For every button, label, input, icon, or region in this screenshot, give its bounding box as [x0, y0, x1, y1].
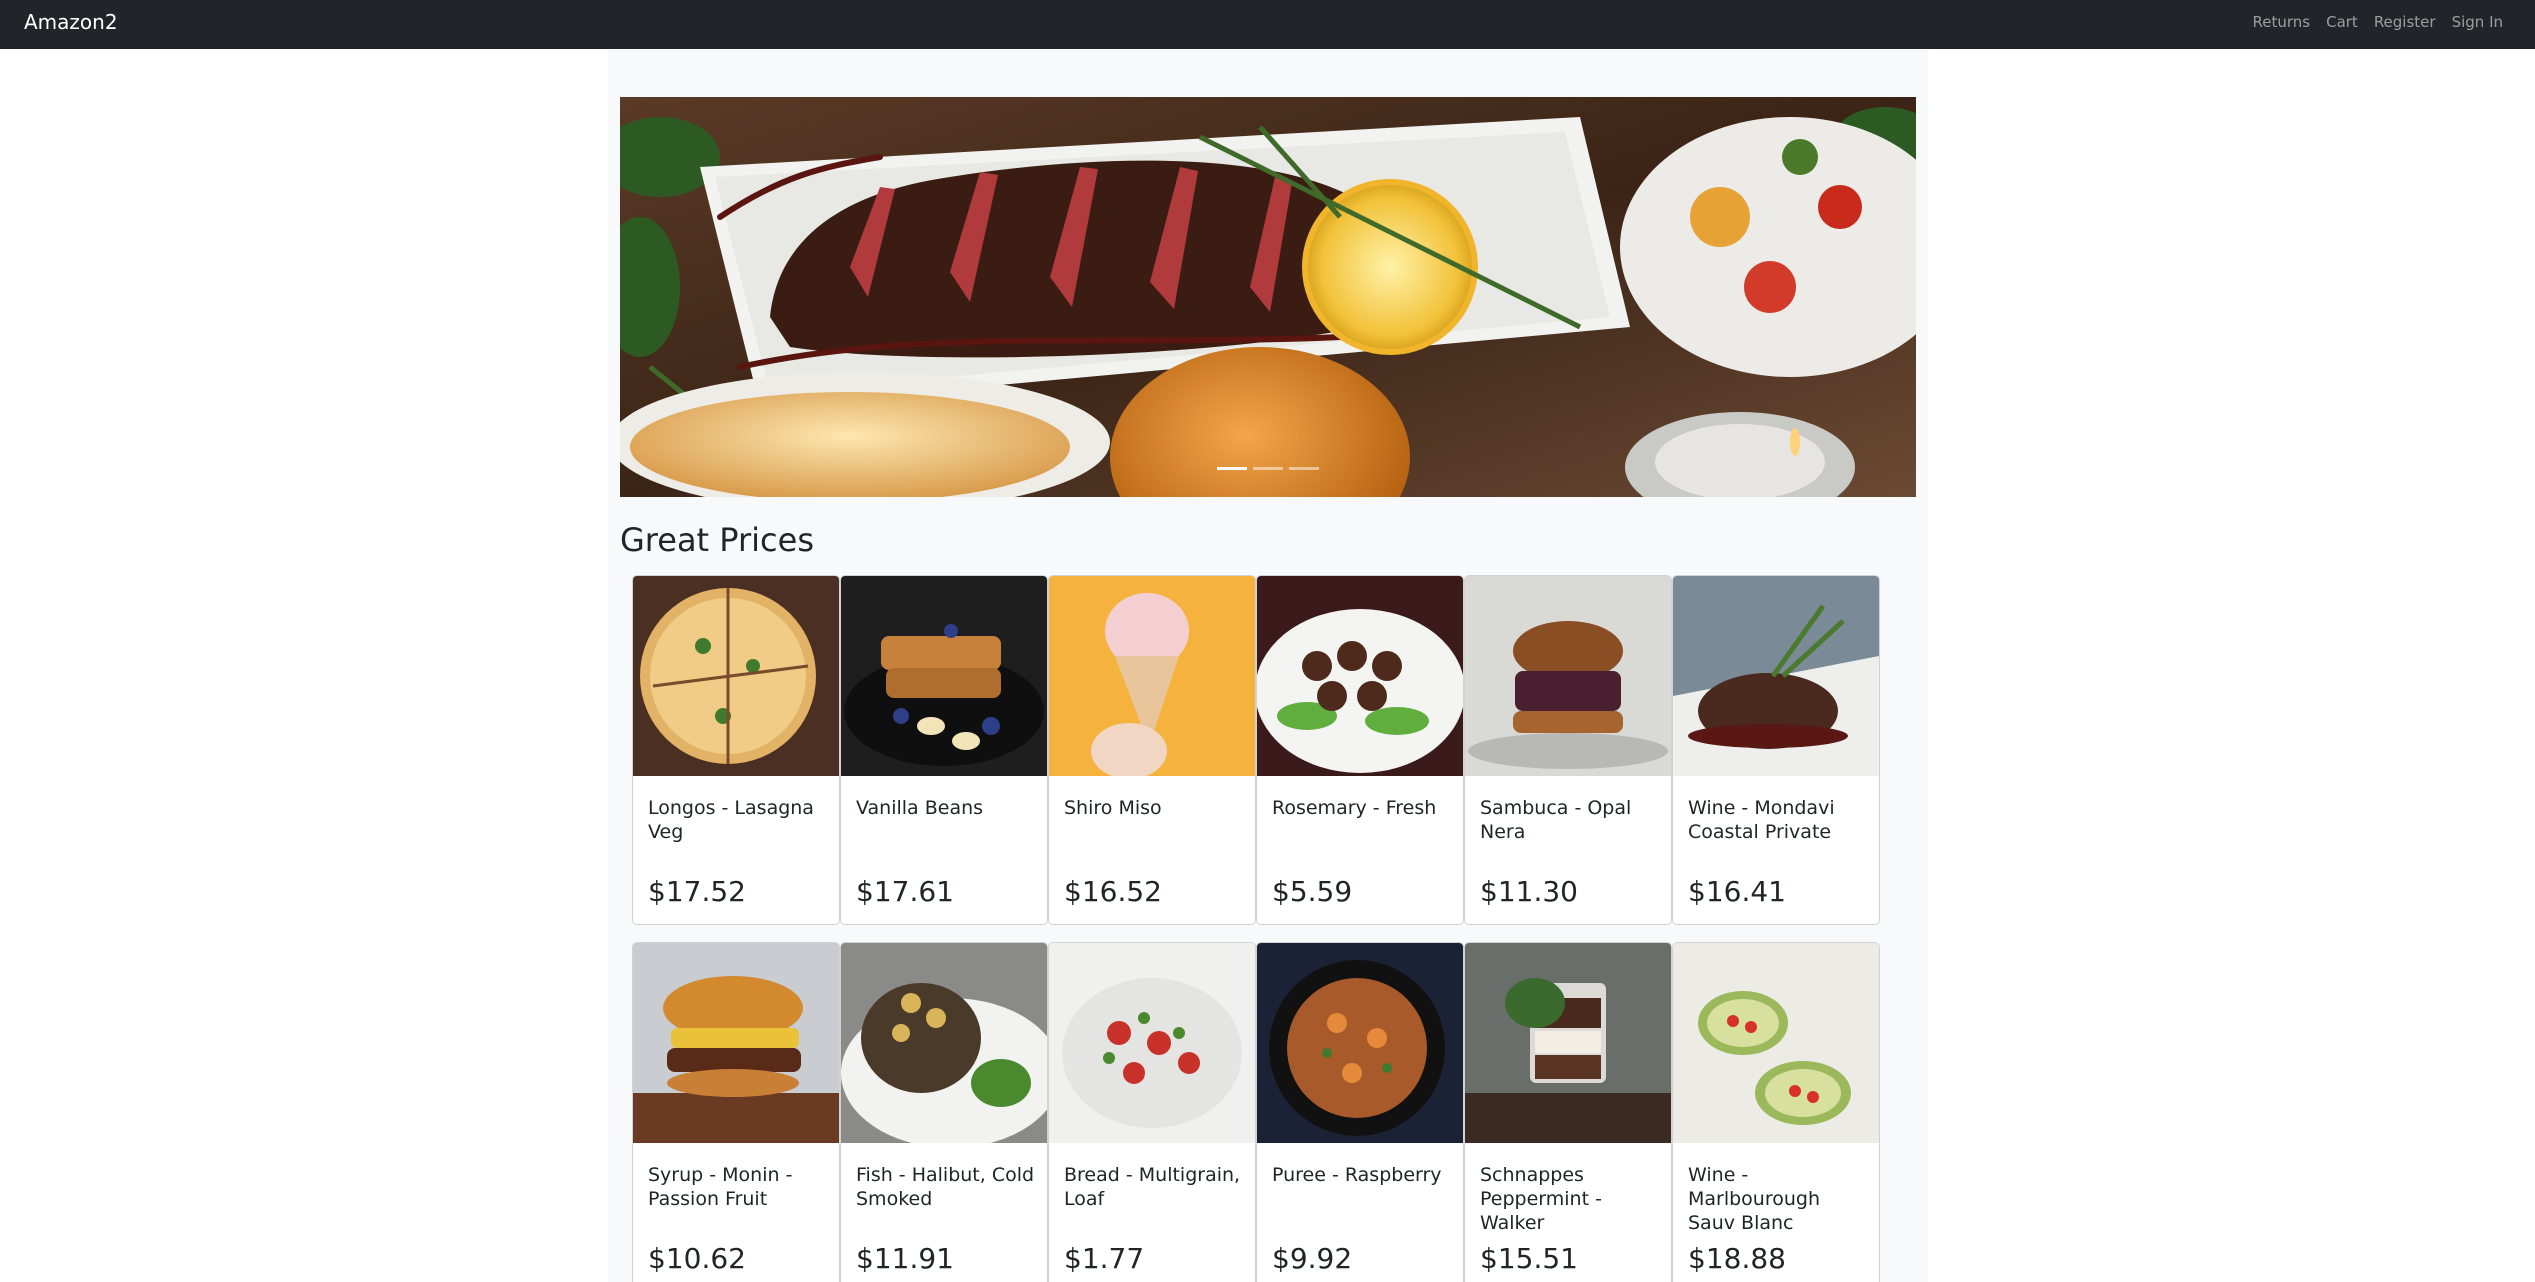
product-name: Vanilla Beans [856, 797, 984, 819]
product-name: Longos - Lasagna Veg [648, 797, 814, 843]
product-image [633, 576, 839, 776]
product-name: Bread - Multigrain, Loaf [1064, 1164, 1241, 1210]
nav-link-cart[interactable]: Cart [2326, 11, 2358, 33]
product-price: $16.41 [1688, 875, 1786, 908]
product-price: $1.77 [1064, 1242, 1145, 1275]
product-name: Shiro Miso [1064, 797, 1162, 819]
product-price: $15.51 [1480, 1242, 1578, 1275]
product-image [633, 943, 839, 1143]
product-card[interactable]: Fish - Halibut, Cold Smoked $11.91 [840, 942, 1048, 1282]
product-card[interactable]: Vanilla Beans $17.61 [840, 575, 1048, 925]
product-card[interactable]: Puree - Raspberry $9.92 [1256, 942, 1464, 1282]
product-name: Sambuca - Opal Nera [1480, 797, 1632, 843]
product-image [1257, 576, 1463, 776]
product-price: $17.61 [856, 875, 954, 908]
product-image [841, 943, 1047, 1143]
product-card[interactable]: Wine - Mondavi Coastal Private $16.41 [1672, 575, 1880, 925]
nav-link-sign-in[interactable]: Sign In [2452, 11, 2503, 33]
product-grid: Longos - Lasagna Veg $17.52 Vanilla Bean… [632, 575, 1880, 1282]
product-image [1049, 576, 1255, 776]
product-name: Puree - Raspberry [1272, 1164, 1442, 1186]
product-price: $11.30 [1480, 875, 1578, 908]
product-price: $9.92 [1272, 1242, 1353, 1275]
product-image [1465, 576, 1671, 776]
product-card[interactable]: Schnappes Peppermint - Walker $15.51 [1464, 942, 1672, 1282]
product-card[interactable]: Rosemary - Fresh $5.59 [1256, 575, 1464, 925]
nav-links: Returns Cart Register Sign In [2237, 11, 2504, 33]
product-price: $11.91 [856, 1242, 954, 1275]
product-price: $5.59 [1272, 875, 1353, 908]
main-container: Great Prices Longos - Lasagna Veg $17.52 [608, 49, 1928, 1282]
product-image [1049, 943, 1255, 1143]
product-image [1673, 943, 1879, 1143]
product-card[interactable]: Sambuca - Opal Nera $11.30 [1464, 575, 1672, 925]
product-name: Fish - Halibut, Cold Smoked [856, 1164, 1035, 1210]
product-name: Wine - Mondavi Coastal Private [1688, 797, 1835, 843]
product-price: $17.52 [648, 875, 746, 908]
product-card[interactable]: Wine - Marlbourough Sauv Blanc $18.88 [1672, 942, 1880, 1282]
brand-link[interactable]: Amazon2 [24, 10, 118, 34]
product-card[interactable]: Longos - Lasagna Veg $17.52 [632, 575, 840, 925]
nav-link-returns[interactable]: Returns [2253, 11, 2311, 33]
product-name: Wine - Marlbourough Sauv Blanc [1688, 1164, 1821, 1234]
carousel-indicator[interactable] [1253, 467, 1283, 470]
product-price: $16.52 [1064, 875, 1162, 908]
product-image [1257, 943, 1463, 1143]
product-image [841, 576, 1047, 776]
section-title: Great Prices [620, 521, 814, 559]
product-image [1673, 576, 1879, 776]
product-card[interactable]: Syrup - Monin - Passion Fruit $10.62 [632, 942, 840, 1282]
carousel-slide-image [620, 97, 1916, 497]
carousel-indicators [620, 467, 1916, 470]
product-name: Schnappes Peppermint - Walker [1480, 1164, 1602, 1234]
top-navbar: Amazon2 Returns Cart Register Sign In [0, 0, 2535, 49]
product-name: Rosemary - Fresh [1272, 797, 1437, 819]
product-card[interactable]: Bread - Multigrain, Loaf $1.77 [1048, 942, 1256, 1282]
product-image [1465, 943, 1671, 1143]
product-price: $10.62 [648, 1242, 746, 1275]
carousel-indicator[interactable] [1289, 467, 1319, 470]
hero-carousel[interactable] [620, 97, 1916, 497]
product-name: Syrup - Monin - Passion Fruit [648, 1164, 793, 1210]
nav-link-register[interactable]: Register [2374, 11, 2436, 33]
carousel-indicator[interactable] [1217, 467, 1247, 470]
product-card[interactable]: Shiro Miso $16.52 [1048, 575, 1256, 925]
product-price: $18.88 [1688, 1242, 1786, 1275]
